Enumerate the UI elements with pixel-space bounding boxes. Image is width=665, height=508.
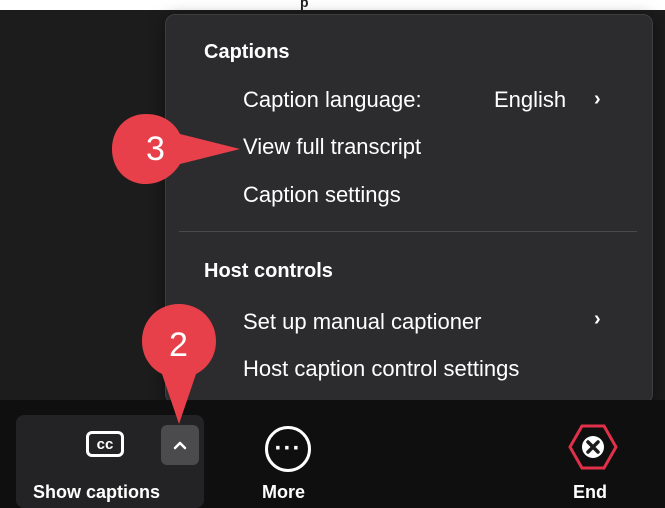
end-label: End bbox=[573, 482, 607, 502]
top-text-fragment: p bbox=[300, 0, 309, 10]
show-captions-label: Show captions bbox=[33, 482, 161, 502]
host-controls-heading: Host controls bbox=[204, 260, 333, 282]
step-2-number: 2 bbox=[169, 326, 188, 364]
caption-language-value: English bbox=[494, 87, 567, 112]
meeting-toolbar: cc Show captions More End bbox=[0, 400, 665, 508]
view-full-transcript-item[interactable]: View full transcript bbox=[243, 134, 421, 160]
host-caption-control-settings-item[interactable]: Host caption control settings bbox=[243, 356, 519, 382]
more-label: More bbox=[262, 482, 306, 502]
more-icon[interactable]: ··· bbox=[265, 426, 311, 472]
caption-settings-item[interactable]: Caption settings bbox=[243, 182, 401, 208]
set-up-manual-captioner-item[interactable]: Set up manual captioner bbox=[243, 309, 482, 335]
meeting-window: p Captions Caption language: English › V… bbox=[0, 0, 665, 508]
caption-language-item[interactable]: Caption language: bbox=[243, 87, 422, 113]
show-captions-button[interactable]: cc Show captions bbox=[16, 415, 204, 508]
captions-menu: Captions Caption language: English › Vie… bbox=[165, 14, 653, 404]
closed-captions-icon: cc bbox=[86, 431, 124, 457]
end-call-icon[interactable] bbox=[568, 424, 618, 470]
captions-heading: Captions bbox=[204, 41, 290, 63]
chevron-up-icon bbox=[173, 441, 187, 450]
step-3-number: 3 bbox=[146, 130, 165, 168]
menu-divider bbox=[179, 231, 637, 232]
chevron-right-icon: › bbox=[594, 88, 601, 110]
chevron-right-icon: › bbox=[594, 308, 601, 330]
captions-options-button[interactable] bbox=[161, 425, 199, 465]
top-edge bbox=[0, 0, 665, 10]
step-3-callout bbox=[112, 114, 240, 184]
